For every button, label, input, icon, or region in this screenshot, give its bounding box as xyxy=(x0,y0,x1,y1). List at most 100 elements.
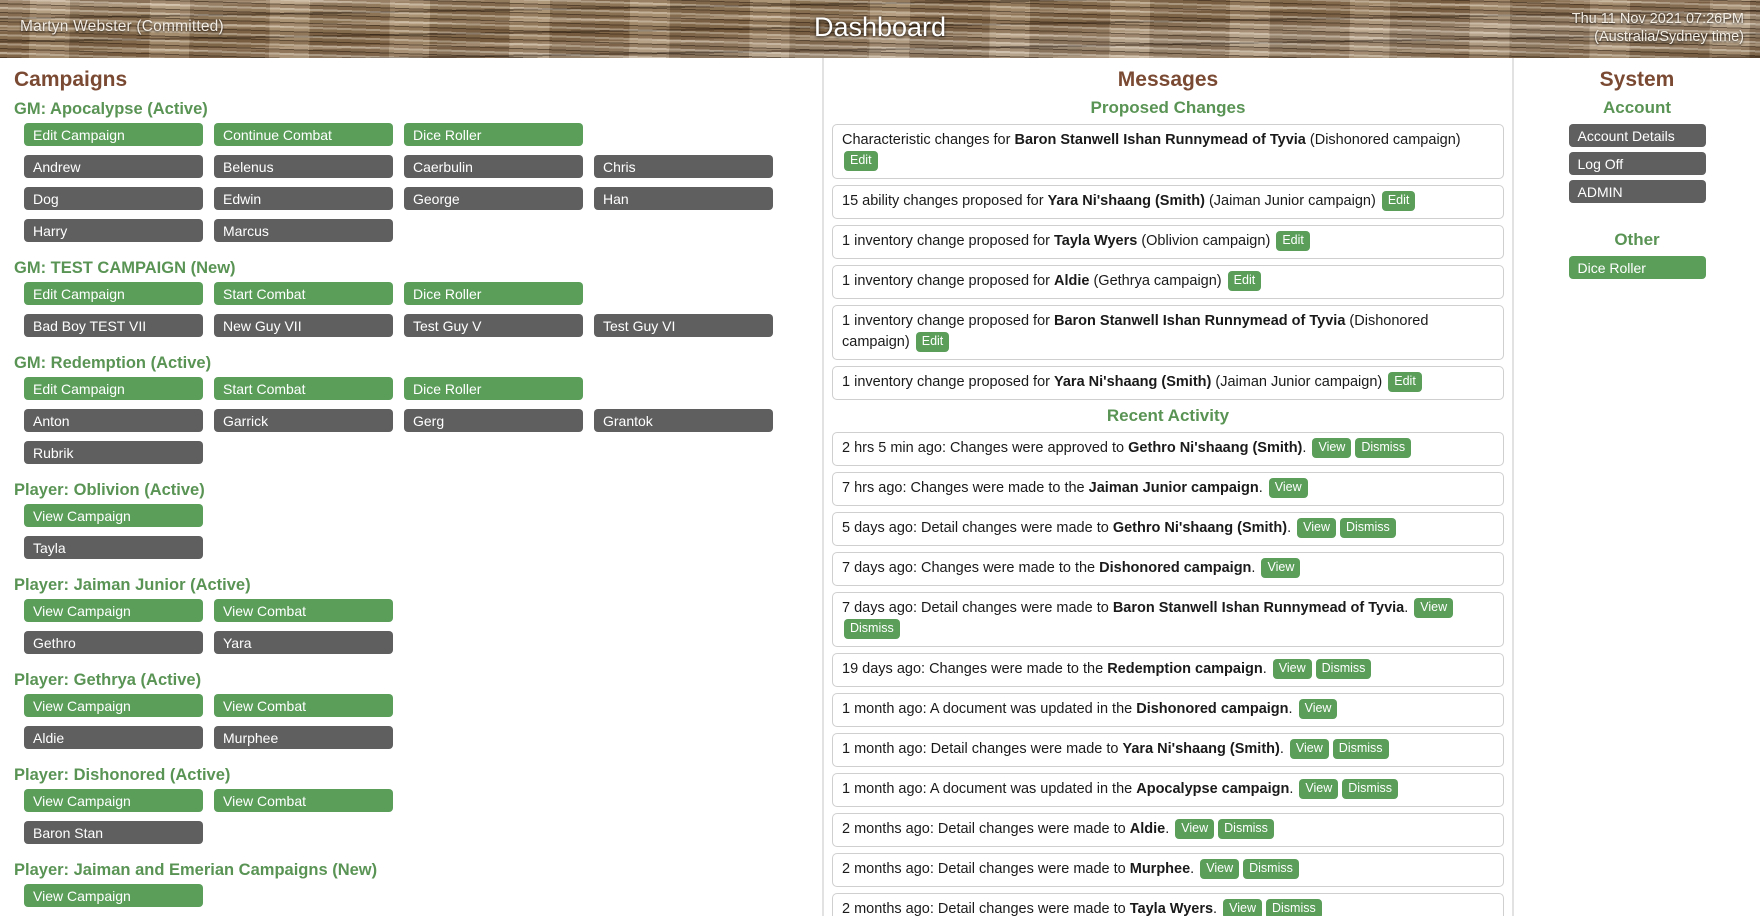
activity-button-dismiss[interactable]: Dismiss xyxy=(1342,779,1399,799)
campaign-action-row: Edit Campaign Continue Combat Dice Roller xyxy=(24,123,822,155)
message-text-pre: 7 days ago: Detail changes were made to xyxy=(842,600,1113,616)
character-button[interactable]: Garrick xyxy=(214,409,393,432)
activity-button-view[interactable]: View xyxy=(1272,659,1312,679)
character-button[interactable]: Baron Stan xyxy=(24,821,203,844)
page-title: Dashboard xyxy=(813,12,947,42)
activity-button-dismiss[interactable]: Dismiss xyxy=(1340,518,1396,538)
account-button-account-details[interactable]: Account Details xyxy=(1568,124,1706,147)
proposed-change-button-edit[interactable]: Edit xyxy=(915,332,950,352)
activity-button-dismiss[interactable]: Dismiss xyxy=(844,619,900,639)
character-button[interactable]: Bad Boy TEST VII xyxy=(24,314,203,337)
character-button[interactable]: Han xyxy=(594,187,773,210)
message-text-pre: 5 days ago: Detail changes were made to xyxy=(842,520,1113,536)
message-subject: Aldie xyxy=(1054,273,1090,289)
other-button-dice-roller[interactable]: Dice Roller xyxy=(1568,256,1706,279)
character-button[interactable]: Caerbulin xyxy=(404,155,583,178)
proposed-change-card: 1 inventory change proposed for Yara Ni'… xyxy=(832,366,1504,400)
proposed-change-button-edit[interactable]: Edit xyxy=(1381,191,1416,211)
activity-button-dismiss[interactable]: Dismiss xyxy=(1243,859,1299,879)
character-button[interactable]: Aldie xyxy=(24,726,203,749)
campaign-action-button[interactable]: View Combat xyxy=(214,599,393,622)
activity-button-view[interactable]: View xyxy=(1223,899,1262,916)
activity-button-dismiss[interactable]: Dismiss xyxy=(1218,819,1274,839)
account-button-admin[interactable]: ADMIN xyxy=(1568,180,1706,203)
proposed-change-button-edit[interactable]: Edit xyxy=(1276,231,1310,251)
character-button[interactable]: Belenus xyxy=(214,155,393,178)
message-text-post: (Gethrya campaign) xyxy=(1089,273,1222,289)
campaign-group-title: Player: Oblivion (Active) xyxy=(14,481,205,499)
character-button[interactable]: Edwin xyxy=(214,187,393,210)
character-button[interactable]: Tayla xyxy=(24,536,203,559)
campaign-action-button[interactable]: Edit Campaign xyxy=(24,377,203,400)
message-text-post: (Jaiman Junior campaign) xyxy=(1211,374,1383,390)
proposed-change-button-edit[interactable]: Edit xyxy=(1227,271,1262,291)
character-button[interactable]: Test Guy V xyxy=(404,314,583,337)
character-button[interactable]: Chris xyxy=(594,155,773,178)
character-button[interactable]: Anton xyxy=(24,409,203,432)
proposed-changes-list: Characteristic changes for Baron Stanwel… xyxy=(832,124,1504,400)
campaign-action-row: View Campaign xyxy=(24,504,822,536)
activity-button-view[interactable]: View xyxy=(1175,819,1215,839)
message-text-pre: 7 hrs ago: Changes were made to the xyxy=(842,480,1089,496)
campaign-action-button[interactable]: View Campaign xyxy=(24,599,203,622)
activity-button-view[interactable]: View xyxy=(1289,739,1329,759)
account-button-log-off[interactable]: Log Off xyxy=(1568,152,1706,175)
activity-button-dismiss[interactable]: Dismiss xyxy=(1315,659,1372,679)
activity-card: 7 days ago: Detail changes were made to … xyxy=(832,592,1504,647)
activity-card: 1 month ago: Detail changes were made to… xyxy=(832,733,1504,767)
message-text-pre: 15 ability changes proposed for xyxy=(842,193,1048,209)
campaign-action-button[interactable]: View Campaign xyxy=(24,694,203,717)
message-text-pre: 1 inventory change proposed for xyxy=(842,313,1054,329)
campaign-action-button[interactable]: Dice Roller xyxy=(404,377,583,400)
character-button[interactable]: New Guy VII xyxy=(214,314,393,337)
account-button-group: Account Details Log Off ADMIN xyxy=(1514,124,1760,208)
character-button[interactable]: Marcus xyxy=(214,219,393,242)
campaign-action-button[interactable]: Continue Combat xyxy=(214,123,393,146)
activity-button-view[interactable]: View xyxy=(1298,699,1338,719)
campaign-action-button[interactable]: View Combat xyxy=(214,789,393,812)
activity-card: 2 hrs 5 min ago: Changes were approved t… xyxy=(832,432,1504,466)
app-header: Martyn Webster (Committed) Dashboard Thu… xyxy=(0,0,1760,58)
activity-button-dismiss[interactable]: Dismiss xyxy=(1355,438,1412,458)
character-button[interactable]: Murphee xyxy=(214,726,393,749)
message-text-pre: 2 months ago: Detail changes were made t… xyxy=(842,901,1130,916)
activity-button-view[interactable]: View xyxy=(1297,518,1336,538)
campaign-action-button[interactable]: View Campaign xyxy=(24,504,203,527)
campaign-action-button[interactable]: Start Combat xyxy=(214,377,393,400)
message-subject: Aldie xyxy=(1129,821,1166,837)
proposed-change-button-edit[interactable]: Edit xyxy=(844,151,878,171)
activity-button-view[interactable]: View xyxy=(1414,598,1454,618)
character-button[interactable]: Grantok xyxy=(594,409,773,432)
proposed-change-card: 15 ability changes proposed for Yara Ni'… xyxy=(832,185,1504,219)
character-button[interactable]: Yara xyxy=(214,631,393,654)
character-button[interactable]: George xyxy=(404,187,583,210)
campaign-action-button[interactable]: View Campaign xyxy=(24,884,203,907)
activity-button-view[interactable]: View xyxy=(1268,478,1308,498)
activity-button-view[interactable]: View xyxy=(1312,438,1352,458)
campaign-action-button[interactable]: Start Combat xyxy=(214,282,393,305)
character-button[interactable]: Test Guy VI xyxy=(594,314,773,337)
character-button[interactable]: Gerg xyxy=(404,409,583,432)
campaign-action-button[interactable]: Edit Campaign xyxy=(24,282,203,305)
activity-button-dismiss[interactable]: Dismiss xyxy=(1332,739,1389,759)
character-button[interactable]: Gethro xyxy=(24,631,203,654)
campaign-action-button[interactable]: Dice Roller xyxy=(404,123,583,146)
proposed-change-button-edit[interactable]: Edit xyxy=(1388,372,1422,392)
character-button[interactable]: Dog xyxy=(24,187,203,210)
campaign-action-button[interactable]: Edit Campaign xyxy=(24,123,203,146)
activity-button-view[interactable]: View xyxy=(1299,779,1339,799)
activity-button-dismiss[interactable]: Dismiss xyxy=(1265,899,1322,916)
activity-button-view[interactable]: View xyxy=(1261,558,1301,578)
account-heading: Account xyxy=(1603,98,1671,117)
campaign-action-button[interactable]: View Campaign xyxy=(24,789,203,812)
character-button[interactable]: Rubrik xyxy=(24,441,203,464)
messages-column: Messages Proposed Changes Characteristic… xyxy=(824,58,1514,916)
message-text-post: . xyxy=(1288,701,1293,717)
campaign-action-button[interactable]: View Combat xyxy=(214,694,393,717)
message-subject: Tayla Wyers xyxy=(1129,901,1214,916)
activity-button-view[interactable]: View xyxy=(1200,859,1240,879)
campaign-action-button[interactable]: Dice Roller xyxy=(404,282,583,305)
character-button[interactable]: Harry xyxy=(24,219,203,242)
campaign-action-row: Edit Campaign Start Combat Dice Roller xyxy=(24,282,822,314)
character-button[interactable]: Andrew xyxy=(24,155,203,178)
